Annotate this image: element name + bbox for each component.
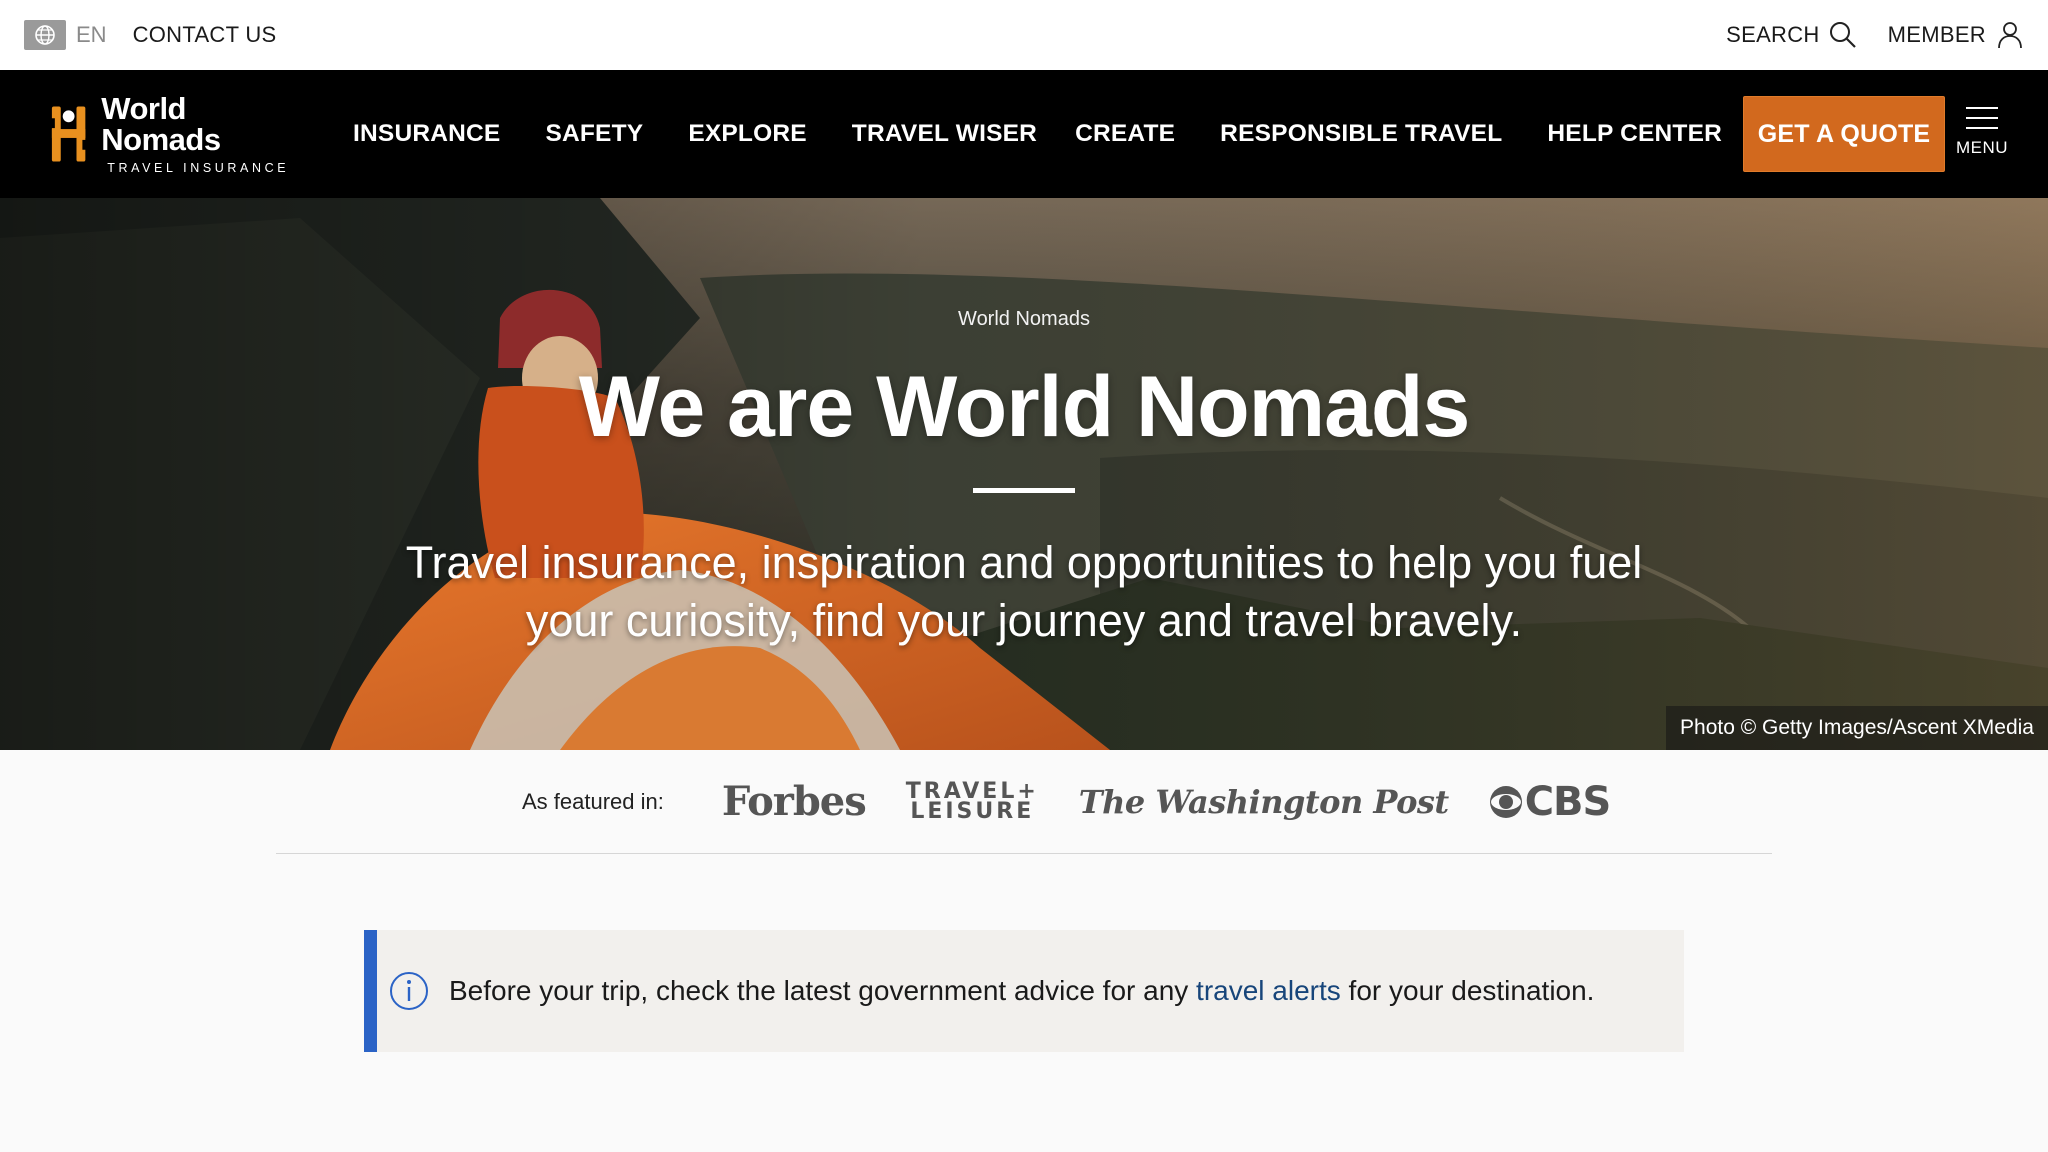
nav-item-create[interactable]: CREATE bbox=[1075, 120, 1175, 148]
travel-leisure-line2: LEISURE bbox=[910, 798, 1035, 824]
hamburger-icon bbox=[1966, 107, 1998, 129]
photo-credit: Photo © Getty Images/Ascent XMedia bbox=[1666, 706, 2048, 750]
nav-item-travel-wiser[interactable]: TRAVEL WISER bbox=[852, 120, 1037, 148]
nav-item-responsible-travel[interactable]: RESPONSIBLE TRAVEL bbox=[1220, 120, 1502, 148]
hero-title: We are World Nomads bbox=[578, 359, 1471, 455]
featured-label: As featured in: bbox=[522, 788, 664, 814]
hero-banner: World Nomads We are World Nomads Travel … bbox=[0, 198, 2048, 750]
logo-text: World Nomads TRAVEL INSURANCE bbox=[101, 93, 310, 175]
travel-alerts-link[interactable]: travel alerts bbox=[1196, 975, 1341, 1006]
contact-us-link[interactable]: CONTACT US bbox=[133, 22, 277, 48]
featured-in-strip: As featured in: Forbes TRAVEL+ LEISURE T… bbox=[276, 750, 1772, 854]
hero-divider bbox=[973, 488, 1075, 493]
nav-items: INSURANCE SAFETY EXPLORE TRAVEL WISER CR… bbox=[353, 96, 1946, 172]
search-icon bbox=[1828, 20, 1858, 50]
utility-left: EN CONTACT US bbox=[24, 20, 277, 50]
language-selector[interactable]: EN bbox=[76, 22, 107, 48]
hero-subtitle: Travel insurance, inspiration and opport… bbox=[405, 537, 1643, 646]
brand-logo[interactable]: World Nomads TRAVEL INSURANCE bbox=[46, 93, 310, 175]
nav-item-safety[interactable]: SAFETY bbox=[545, 120, 643, 148]
nav-item-insurance[interactable]: INSURANCE bbox=[353, 120, 500, 148]
cbs-logo: CBS bbox=[1489, 779, 1611, 825]
travel-leisure-logo: TRAVEL+ LEISURE bbox=[906, 780, 1039, 824]
alert-text: Before your trip, check the latest gover… bbox=[449, 975, 1594, 1007]
hero-eyebrow: World Nomads bbox=[958, 308, 1090, 330]
menu-button[interactable]: MENU bbox=[1952, 106, 2012, 158]
menu-label: MENU bbox=[1955, 138, 2009, 157]
globe-icon[interactable] bbox=[24, 20, 66, 50]
nav-item-help-center[interactable]: HELP CENTER bbox=[1547, 120, 1722, 148]
info-icon bbox=[390, 972, 428, 1010]
utility-bar: EN CONTACT US SEARCH MEMBER bbox=[0, 0, 2048, 70]
forbes-logo: Forbes bbox=[721, 778, 867, 825]
washington-post-logo: The Washington Post bbox=[1078, 782, 1449, 821]
utility-right: SEARCH MEMBER bbox=[1726, 20, 2024, 50]
travel-alert-notice: Before your trip, check the latest gover… bbox=[364, 930, 1684, 1052]
user-icon bbox=[1994, 20, 2024, 50]
member-label: MEMBER bbox=[1887, 22, 1986, 47]
brand-tagline: TRAVEL INSURANCE bbox=[107, 161, 290, 175]
main-nav: World Nomads TRAVEL INSURANCE INSURANCE … bbox=[0, 70, 2048, 198]
alert-text-after: for your destination. bbox=[1340, 975, 1595, 1006]
hero-content: World Nomads We are World Nomads Travel … bbox=[0, 198, 2048, 750]
alert-text-before: Before your trip, check the latest gover… bbox=[449, 975, 1197, 1006]
member-link[interactable]: MEMBER bbox=[1888, 20, 2024, 50]
logo-mark-icon bbox=[47, 106, 90, 162]
cbs-wordmark: CBS bbox=[1524, 778, 1612, 825]
nav-item-explore[interactable]: EXPLORE bbox=[688, 120, 806, 148]
brand-name: World Nomads bbox=[101, 91, 221, 157]
get-a-quote-button[interactable]: GET A QUOTE bbox=[1743, 96, 1946, 172]
search-link[interactable]: SEARCH bbox=[1726, 20, 1858, 50]
search-label: SEARCH bbox=[1726, 22, 1820, 47]
cbs-eye-icon bbox=[1489, 785, 1522, 818]
